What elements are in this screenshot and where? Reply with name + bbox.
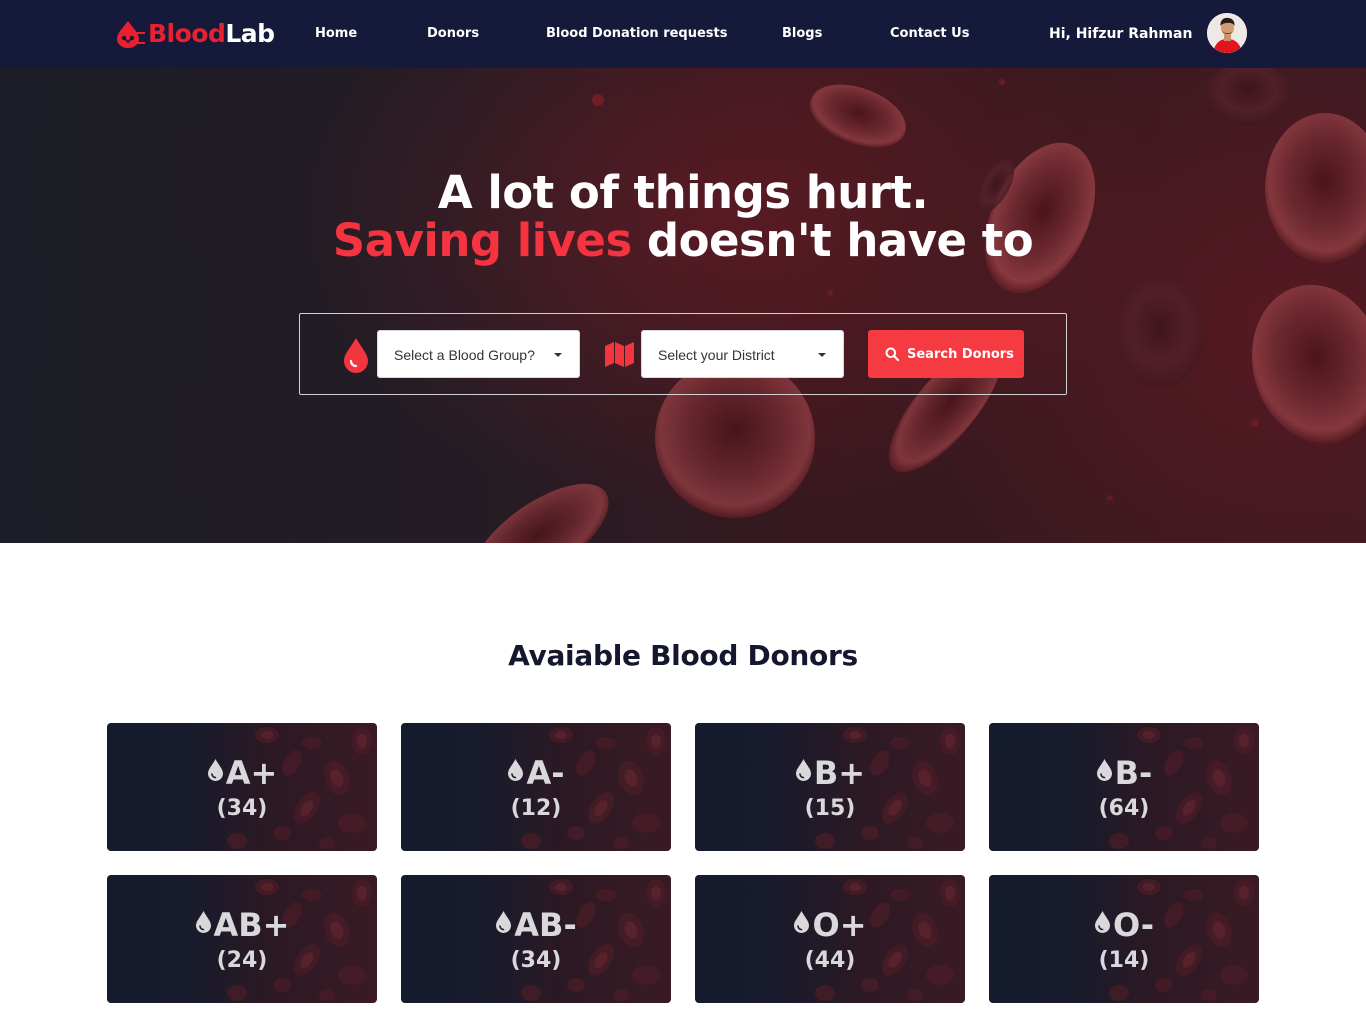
blood-drop-icon <box>507 754 526 792</box>
hero-section: A lot of things hurt. Saving lives doesn… <box>0 68 1366 543</box>
navbar: BloodLab Home Donors Blood Donation requ… <box>0 0 1366 68</box>
blood-group-card[interactable]: O+ (44) <box>695 875 965 1003</box>
search-donors-button[interactable]: Search Donors <box>868 330 1024 378</box>
blood-group-card[interactable]: A- (12) <box>401 723 671 851</box>
blood-group-name: AB- <box>514 906 577 944</box>
blood-drop-icon <box>342 336 370 374</box>
blood-drop-icon <box>195 906 214 944</box>
blood-group-select[interactable]: Select a Blood Group? <box>377 330 580 378</box>
user-avatar[interactable] <box>1207 13 1247 53</box>
blood-group-card[interactable]: AB- (34) <box>401 875 671 1003</box>
donor-count: (12) <box>510 796 562 821</box>
nav-blood-donation-requests[interactable]: Blood Donation requests <box>546 25 728 43</box>
blood-group-name: O+ <box>812 906 867 944</box>
blood-group-label: A+ <box>107 753 377 793</box>
district-select-value: Select your District <box>658 347 775 363</box>
hero-headline-line2: Saving lives doesn't have to <box>0 214 1366 268</box>
blood-drop-icon <box>1096 754 1115 792</box>
blood-group-label: AB+ <box>107 905 377 945</box>
blood-group-name: A+ <box>225 754 278 792</box>
search-donors-label: Search Donors <box>907 347 1014 362</box>
donor-search-form: Select a Blood Group? Select your Distri… <box>299 313 1067 395</box>
brand-logo[interactable]: BloodLab <box>114 16 275 52</box>
blood-group-card[interactable]: B- (64) <box>989 723 1259 851</box>
brand-name: BloodLab <box>148 19 275 48</box>
hero-highlight-text: Saving lives <box>332 214 632 267</box>
blood-lab-logo-icon <box>114 19 148 49</box>
blood-group-name: B+ <box>813 754 866 792</box>
available-donors-title: Avaiable Blood Donors <box>508 639 858 672</box>
blood-drop-icon <box>495 906 514 944</box>
donor-count: (24) <box>216 948 268 973</box>
blood-group-card[interactable]: A+ (34) <box>107 723 377 851</box>
blood-drop-icon <box>1094 906 1113 944</box>
chevron-down-icon <box>818 353 826 357</box>
blood-group-card[interactable]: O- (14) <box>989 875 1259 1003</box>
hero-headline-line1: A lot of things hurt. <box>437 166 929 219</box>
blood-group-card[interactable]: B+ (15) <box>695 723 965 851</box>
blood-group-label: B+ <box>695 753 965 793</box>
blood-group-label: O- <box>989 905 1259 945</box>
chevron-down-icon <box>554 353 562 357</box>
district-select[interactable]: Select your District <box>641 330 844 378</box>
nav-donors[interactable]: Donors <box>427 25 479 43</box>
donor-count: (34) <box>510 948 562 973</box>
blood-drop-icon <box>207 754 226 792</box>
red-blood-cells-background <box>471 68 1366 543</box>
donor-count: (15) <box>804 796 856 821</box>
blood-group-name: B- <box>1114 754 1153 792</box>
nav-contact-us[interactable]: Contact Us <box>890 25 969 43</box>
blood-group-label: O+ <box>695 905 965 945</box>
blood-group-card[interactable]: AB+ (24) <box>107 875 377 1003</box>
blood-group-label: B- <box>989 753 1259 793</box>
blood-group-name: AB+ <box>213 906 290 944</box>
user-greeting: Hi, Hifzur Rahman <box>1049 26 1193 42</box>
blood-drop-icon <box>795 754 814 792</box>
nav-blogs[interactable]: Blogs <box>782 25 822 43</box>
donor-count: (64) <box>1098 796 1150 821</box>
blood-group-label: A- <box>401 753 671 793</box>
blood-group-name: A- <box>526 754 565 792</box>
blood-drop-icon <box>793 906 812 944</box>
blood-group-label: AB- <box>401 905 671 945</box>
blood-group-name: O- <box>1112 906 1155 944</box>
hero-rest-text: doesn't have to <box>631 214 1034 267</box>
blood-group-select-value: Select a Blood Group? <box>394 347 535 363</box>
donor-count: (14) <box>1098 948 1150 973</box>
map-icon <box>604 341 635 368</box>
donor-count: (44) <box>804 948 856 973</box>
nav-home[interactable]: Home <box>315 25 357 43</box>
donor-count: (34) <box>216 796 268 821</box>
search-icon <box>885 347 900 362</box>
